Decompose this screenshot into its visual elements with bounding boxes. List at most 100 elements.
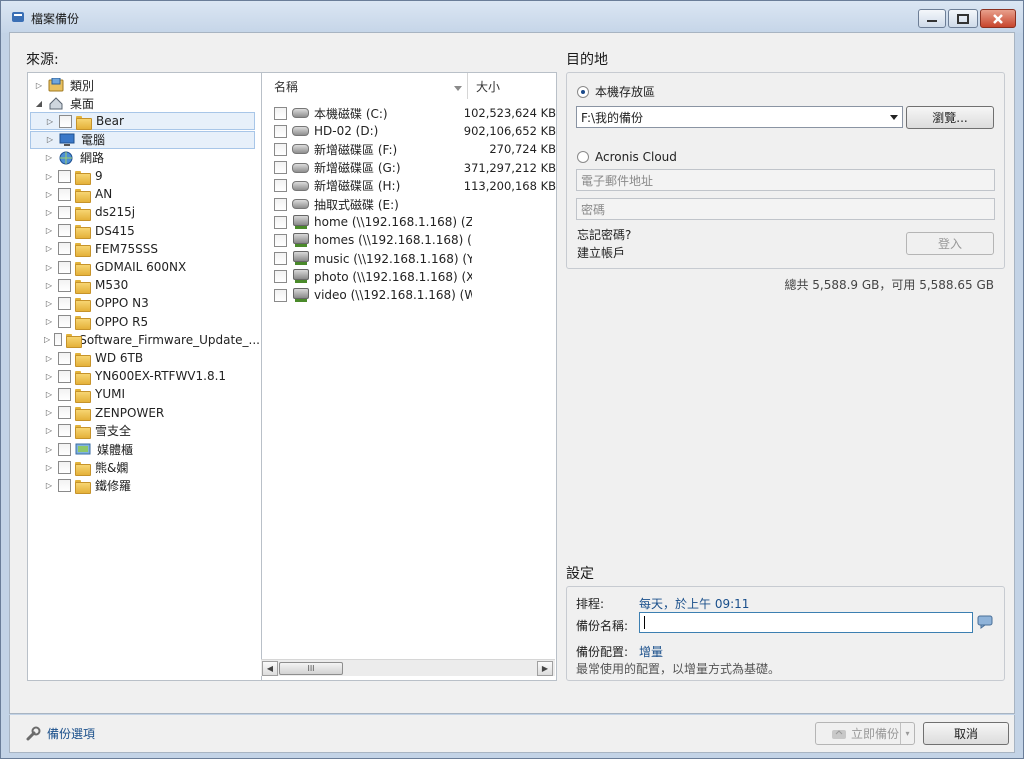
tree-checkbox[interactable] [58,351,71,365]
tree-checkbox[interactable] [58,205,71,219]
expander-icon[interactable]: ▷ [44,189,54,199]
tree-item[interactable]: ▷ ds215j [30,203,260,221]
drive-checkbox[interactable] [274,233,287,247]
tree-item[interactable]: ◢ 桌面 [30,94,260,112]
drive-checkbox[interactable] [274,124,287,138]
expander-icon[interactable]: ▷ [44,480,54,490]
expander-icon[interactable]: ▷ [44,426,54,436]
email-field[interactable]: 電子郵件地址 [576,169,995,191]
scheme-link[interactable]: 增量 [639,643,663,660]
drive-row[interactable]: HD-02 (D:) 902,106,652 KB [274,122,556,140]
expander-icon[interactable]: ▷ [44,371,54,381]
tree-item[interactable]: ▷ GDMAIL 600NX [30,258,260,276]
tree-item[interactable]: ▷ OPPO R5 [30,313,260,331]
tree-item[interactable]: ▷ M530 [30,276,260,294]
tree-checkbox[interactable] [59,114,72,128]
tree-checkbox[interactable] [58,460,71,474]
local-storage-radio[interactable] [577,85,589,98]
drive-checkbox[interactable] [274,252,287,266]
tree-item[interactable]: ▷ AN [30,185,260,203]
expander-icon[interactable]: ▷ [45,135,55,145]
tree-item[interactable]: ▷ 鐵修羅 [30,476,260,494]
tree-checkbox[interactable] [58,278,71,292]
drive-row[interactable]: 本機磁碟 (C:) 102,523,624 KB [274,104,556,122]
tree-checkbox[interactable] [58,406,71,420]
expander-icon[interactable]: ▷ [44,226,54,236]
tree-item[interactable]: ▷ 雪支全 [30,422,260,440]
tree-checkbox[interactable] [58,442,71,456]
browse-button[interactable]: 瀏覽... [906,106,994,129]
tree-item[interactable]: ▷ 9 [30,167,260,185]
horizontal-scrollbar[interactable]: ◀ III ▶ [261,659,555,676]
cancel-button[interactable]: 取消 [923,722,1009,745]
tree-checkbox[interactable] [58,424,71,438]
drive-checkbox[interactable] [274,106,287,120]
tree-checkbox[interactable] [58,369,71,383]
tree-checkbox[interactable] [58,224,71,238]
tree-item[interactable]: ▷ Bear [30,112,255,131]
drive-checkbox[interactable] [274,179,287,193]
expander-icon[interactable]: ▷ [44,244,54,254]
tree-checkbox[interactable] [58,478,71,492]
tree-checkbox[interactable] [58,242,71,256]
expander-icon[interactable]: ▷ [44,153,54,163]
drive-checkbox[interactable] [274,288,287,302]
drive-row[interactable]: 新增磁碟區 (F:) 270,724 KB [274,140,556,158]
tree-item[interactable]: ▷ 媒體櫃 [30,440,260,458]
expander-icon[interactable]: ▷ [45,116,55,126]
tree-item[interactable]: ▷ 網路 [30,149,260,167]
drive-checkbox[interactable] [274,215,287,229]
drive-checkbox[interactable] [274,270,287,284]
tree-item[interactable]: ▷ 熊&嫻 [30,458,260,476]
expander-icon[interactable]: ▷ [44,171,54,181]
maximize-button[interactable] [948,9,978,28]
drive-checkbox[interactable] [274,197,287,211]
expander-icon[interactable]: ▷ [44,335,50,345]
tree-item[interactable]: ▷ WD 6TB [30,349,260,367]
tree-checkbox[interactable] [58,187,71,201]
tree-item[interactable]: ▷ 電腦 [30,130,255,149]
expander-icon[interactable]: ▷ [44,207,54,217]
drive-checkbox[interactable] [274,161,287,175]
cloud-option[interactable]: Acronis Cloud [577,150,677,164]
drive-row[interactable]: 抽取式磁碟 (E:) [274,195,556,213]
expander-icon[interactable]: ▷ [44,262,54,272]
scroll-thumb[interactable]: III [279,662,343,675]
drive-row[interactable]: home (\\192.168.1.168) (Z:) [274,213,556,231]
backup-options-link[interactable]: 備份選項 [25,725,95,742]
cloud-radio[interactable] [577,151,589,163]
tree-item[interactable]: ▷ OPPO N3 [30,294,260,312]
expander-icon[interactable]: ▷ [44,408,54,418]
tree-item[interactable]: ▷ YN600EX-RTFWV1.8.1 [30,367,260,385]
tree-checkbox[interactable] [54,333,62,347]
tree-item[interactable]: ▷ Software_Firmware_Update_... [30,331,260,349]
tree-item[interactable]: ▷ 類別 [30,76,260,94]
drive-row[interactable]: photo (\\192.168.1.168) (X:) [274,268,556,286]
expander-icon[interactable]: ▷ [44,298,54,308]
expander-icon[interactable]: ▷ [44,462,54,472]
drive-row[interactable]: homes (\\192.168.1.168) (... [274,231,556,249]
backup-name-input[interactable] [639,612,973,633]
tree-item[interactable]: ▷ FEM75SSS [30,240,260,258]
local-storage-option[interactable]: 本機存放區 [577,83,655,100]
tree-item[interactable]: ▷ YUMI [30,385,260,403]
column-header-name[interactable]: 名稱 [274,73,466,99]
tree-checkbox[interactable] [58,387,71,401]
backup-dropdown-arrow-icon[interactable]: ▾ [900,723,914,744]
drive-list[interactable]: 名稱 大小 本機磁碟 (C:) 102,523,624 KB HD-02 (D:) 9… [261,72,557,681]
forgot-password-link[interactable]: 忘記密碼? [577,226,631,243]
tree-checkbox[interactable] [58,315,71,329]
expander-icon[interactable]: ▷ [44,353,54,363]
backup-now-button[interactable]: 立即備份 ▾ [815,722,915,745]
column-header-size[interactable]: 大小 [476,73,556,99]
drive-row[interactable]: video (\\192.168.1.168) (W:) [274,286,556,304]
create-account-link[interactable]: 建立帳戶 [577,244,625,261]
schedule-link[interactable]: 每天，於上午 09:11 [639,595,749,612]
scroll-left-button[interactable]: ◀ [262,661,278,676]
close-button[interactable] [980,9,1016,28]
expander-icon[interactable]: ▷ [44,280,54,290]
scroll-right-button[interactable]: ▶ [537,661,553,676]
tree-checkbox[interactable] [58,260,71,274]
expander-icon[interactable]: ▷ [44,389,54,399]
tree-item[interactable]: ▷ DS415 [30,222,260,240]
